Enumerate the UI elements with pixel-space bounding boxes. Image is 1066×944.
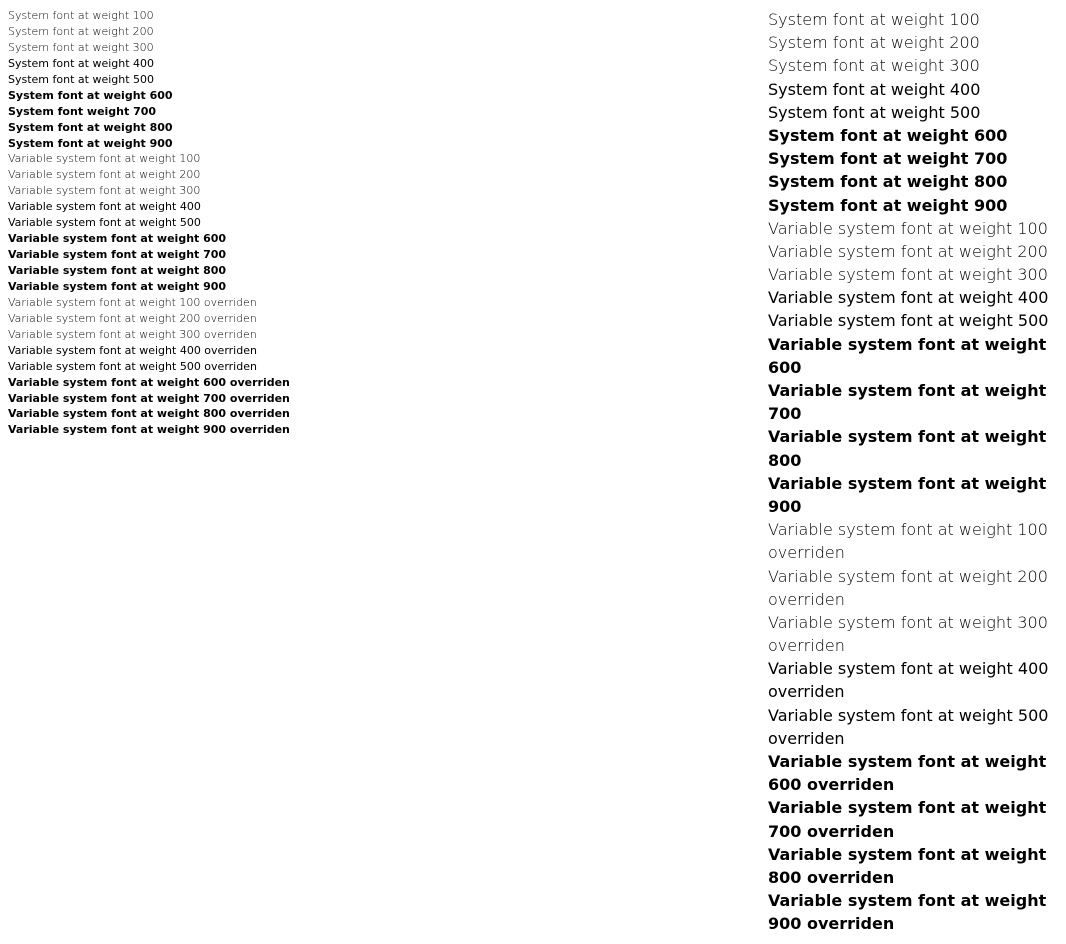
font-item: System font at weight 400 (8, 56, 328, 72)
right-column: System font at weight 100System font at … (328, 8, 1058, 936)
font-item: Variable system font at weight 200 (768, 240, 1058, 263)
font-item: Variable system font at weight 900 overr… (8, 422, 328, 438)
font-item: Variable system font at weight 900 (8, 279, 328, 295)
font-item: Variable system font at weight 400 (768, 286, 1058, 309)
font-item: Variable system font at weight 300 overr… (8, 327, 328, 343)
font-item: Variable system font at weight 800 overr… (768, 843, 1058, 889)
font-item: System font at weight 100 (768, 8, 1058, 31)
font-item: System font at weight 500 (8, 72, 328, 88)
font-item: Variable system font at weight 200 overr… (768, 565, 1058, 611)
font-item: System font at weight 400 (768, 78, 1058, 101)
font-item: System font weight 700 (8, 104, 328, 120)
font-item: Variable system font at weight 500 overr… (8, 359, 328, 375)
font-item: Variable system font at weight 100 (8, 151, 328, 167)
font-item: System font at weight 800 (8, 120, 328, 136)
font-item: Variable system font at weight 400 overr… (768, 657, 1058, 703)
font-item: Variable system font at weight 500 overr… (768, 704, 1058, 750)
font-item: System font at weight 700 (768, 147, 1058, 170)
font-item: Variable system font at weight 800 overr… (8, 406, 328, 422)
font-item: Variable system font at weight 300 (768, 263, 1058, 286)
font-item: Variable system font at weight 700 (768, 379, 1058, 425)
font-item: System font at weight 600 (8, 88, 328, 104)
font-item: System font at weight 100 (8, 8, 328, 24)
font-item: System font at weight 200 (768, 31, 1058, 54)
font-item: Variable system font at weight 500 (768, 309, 1058, 332)
font-item: Variable system font at weight 200 overr… (8, 311, 328, 327)
font-item: Variable system font at weight 100 (768, 217, 1058, 240)
font-item: Variable system font at weight 600 overr… (8, 375, 328, 391)
font-item: System font at weight 900 (8, 136, 328, 152)
font-item: Variable system font at weight 600 (768, 333, 1058, 379)
font-item: Variable system font at weight 800 (8, 263, 328, 279)
font-item: Variable system font at weight 300 overr… (768, 611, 1058, 657)
font-item: Variable system font at weight 800 (768, 425, 1058, 471)
font-item: Variable system font at weight 200 (8, 167, 328, 183)
left-column: System font at weight 100System font at … (8, 8, 328, 936)
font-item: Variable system font at weight 600 overr… (768, 750, 1058, 796)
font-item: Variable system font at weight 900 overr… (768, 889, 1058, 935)
font-item: Variable system font at weight 100 overr… (768, 518, 1058, 564)
font-item: Variable system font at weight 300 (8, 183, 328, 199)
font-item: System font at weight 300 (768, 54, 1058, 77)
font-item: Variable system font at weight 700 overr… (8, 391, 328, 407)
font-item: Variable system font at weight 900 (768, 472, 1058, 518)
font-item: System font at weight 300 (8, 40, 328, 56)
font-item: Variable system font at weight 400 (8, 199, 328, 215)
font-item: System font at weight 500 (768, 101, 1058, 124)
font-item: Variable system font at weight 700 (8, 247, 328, 263)
main-layout: System font at weight 100System font at … (8, 8, 1058, 936)
font-item: Variable system font at weight 700 overr… (768, 796, 1058, 842)
font-item: System font at weight 800 (768, 170, 1058, 193)
font-item: System font at weight 900 (768, 194, 1058, 217)
font-item: Variable system font at weight 500 (8, 215, 328, 231)
font-item: Variable system font at weight 100 overr… (8, 295, 328, 311)
font-item: System font at weight 200 (8, 24, 328, 40)
font-item: Variable system font at weight 400 overr… (8, 343, 328, 359)
font-item: System font at weight 600 (768, 124, 1058, 147)
font-item: Variable system font at weight 600 (8, 231, 328, 247)
